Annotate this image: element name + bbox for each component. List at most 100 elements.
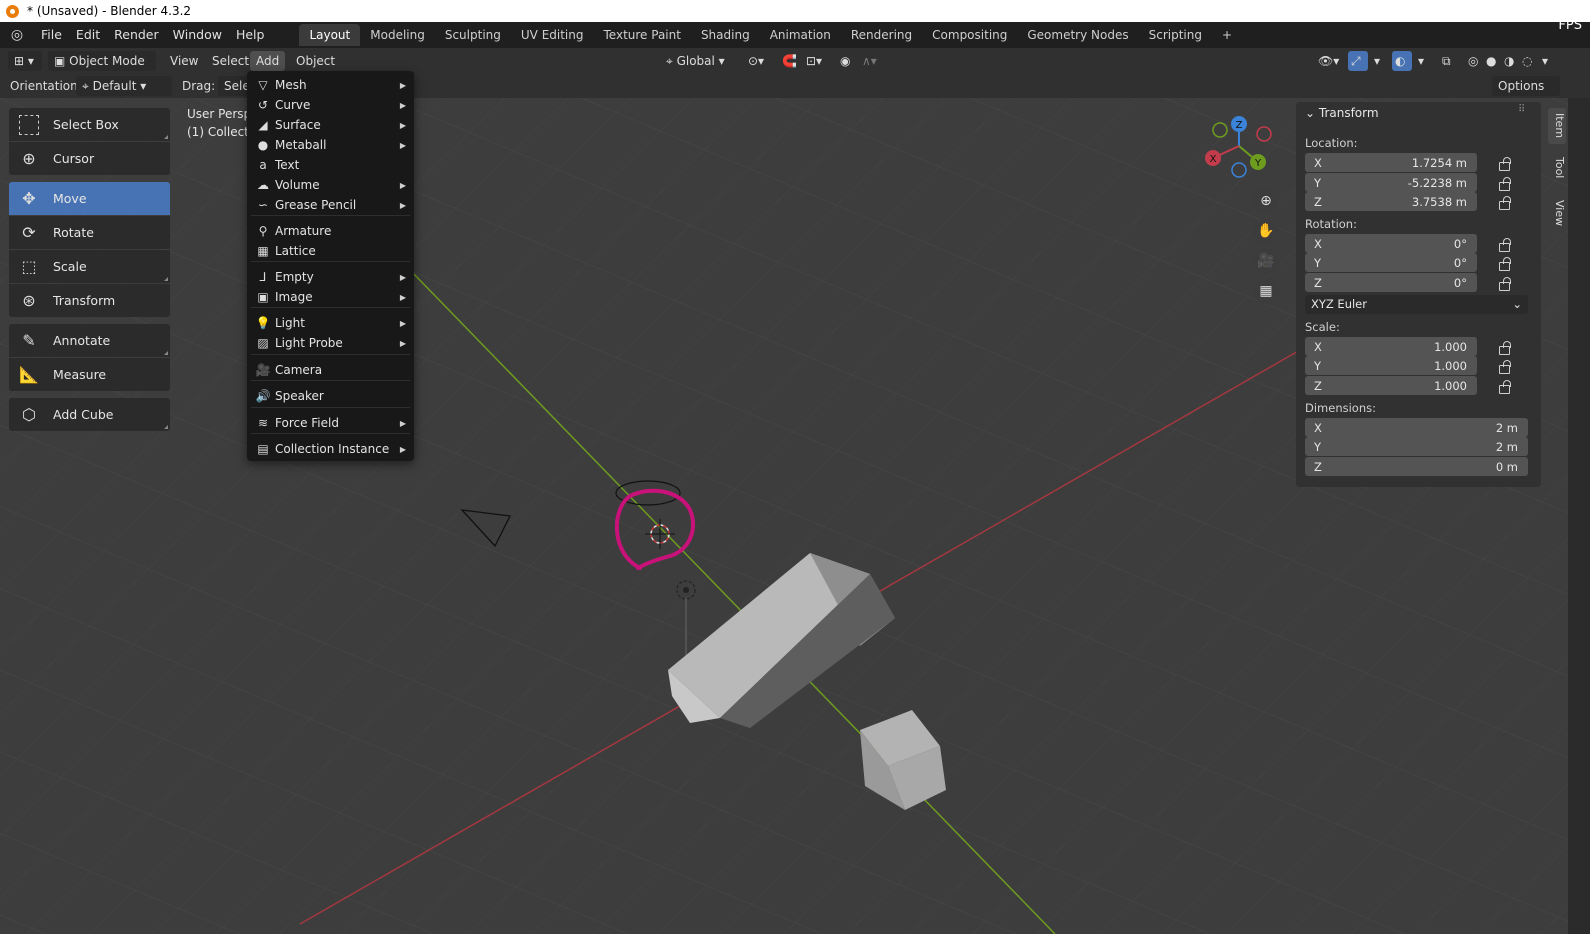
add-menu-item-armature[interactable]: ⚲ Armature	[251, 221, 410, 241]
transform-orientation-select[interactable]: ⌖ Global ▾	[660, 51, 731, 71]
tab-compositing[interactable]: Compositing	[922, 24, 1017, 46]
location-z-field[interactable]: Z 3.7538 m	[1305, 192, 1477, 211]
add-menu-button[interactable]: Add	[250, 51, 286, 71]
overlay-toggle-icon[interactable]: ◐	[1392, 51, 1412, 71]
menu-render[interactable]: Render	[107, 22, 166, 48]
sidebar-tab-item[interactable]: Item	[1548, 108, 1566, 144]
rotation-y-field[interactable]: Y 0°	[1305, 253, 1477, 272]
blender-logo-icon	[6, 4, 19, 18]
zoom-icon[interactable]: ⊕	[1253, 188, 1279, 214]
sidebar-tab-view[interactable]: View	[1548, 194, 1566, 232]
proportional-edit-icon[interactable]: ◉	[834, 51, 856, 71]
add-menu-item-force-field[interactable]: ≋ Force Field ▶	[251, 413, 410, 433]
options-button[interactable]: Options ▾	[1492, 76, 1560, 113]
visibility-icon[interactable]: 👁▾	[1312, 51, 1345, 71]
add-menu-item-curve[interactable]: ↺ Curve ▶	[251, 95, 410, 115]
camera-view-icon[interactable]: 🎥	[1253, 248, 1279, 274]
falloff-icon[interactable]: ∧▾	[856, 51, 883, 71]
lock-icon[interactable]	[1498, 341, 1511, 355]
tab-rendering[interactable]: Rendering	[841, 24, 922, 46]
lock-icon[interactable]	[1498, 238, 1511, 252]
add-menu-item-lattice[interactable]: ▦ Lattice	[251, 241, 410, 261]
add-menu-item-mesh[interactable]: ▽ Mesh ▶	[251, 75, 410, 95]
lock-icon[interactable]	[1498, 177, 1511, 191]
tab-layout[interactable]: Layout	[299, 24, 361, 46]
drag-handle-icon[interactable]: ⠿	[1518, 104, 1525, 115]
view-menu[interactable]: View	[164, 51, 204, 71]
lock-icon[interactable]	[1498, 380, 1511, 394]
rotation-x-field[interactable]: X 0°	[1305, 234, 1477, 253]
sidebar-tab-tool[interactable]: Tool	[1548, 150, 1566, 186]
lock-icon[interactable]	[1498, 257, 1511, 271]
tool-rotate[interactable]: ⟳ Rotate	[9, 216, 170, 249]
ortho-grid-icon[interactable]: ▦	[1253, 278, 1279, 304]
dimensions-x-field[interactable]: X2 m	[1305, 418, 1528, 437]
dimensions-y-field[interactable]: Y2 m	[1305, 437, 1528, 456]
tab-modeling[interactable]: Modeling	[360, 24, 435, 46]
tool-add-cube[interactable]: ⬡ Add Cube	[9, 398, 170, 431]
shading-dropdown-icon[interactable]: ▾	[1536, 51, 1554, 71]
menu-item-label: Curve	[275, 98, 311, 112]
tool-transform[interactable]: ⊛ Transform	[9, 284, 170, 317]
add-menu-item-grease-pencil[interactable]: ∽ Grease Pencil ▶	[251, 195, 410, 215]
add-menu-item-light-probe[interactable]: ▨ Light Probe ▶	[251, 333, 410, 353]
add-menu-item-collection-instance[interactable]: ▤ Collection Instance ▶	[251, 439, 410, 459]
tool-scale[interactable]: ⬚ Scale	[9, 250, 170, 283]
menu-help[interactable]: Help	[229, 22, 272, 48]
snap-toggle-icon[interactable]: 🧲	[776, 51, 803, 71]
overlay-dropdown-icon[interactable]: ▾	[1412, 51, 1430, 71]
object-menu[interactable]: Object	[290, 51, 341, 71]
tab-texture-paint[interactable]: Texture Paint	[594, 24, 691, 46]
mode-select[interactable]: ▣ Object Mode ▾	[48, 51, 156, 88]
light-probe-icon: ▨	[257, 336, 269, 350]
add-menu-item-empty[interactable]: ⅃ Empty ▶	[251, 267, 410, 287]
add-menu-item-volume[interactable]: ☁ Volume ▶	[251, 175, 410, 195]
tab-scripting[interactable]: Scripting	[1139, 24, 1212, 46]
scale-y-field[interactable]: Y 1.000	[1305, 356, 1477, 375]
rotation-z-field[interactable]: Z 0°	[1305, 273, 1477, 292]
tab-shading[interactable]: Shading	[691, 24, 760, 46]
lock-icon[interactable]	[1498, 360, 1511, 374]
add-workspace-button[interactable]: +	[1212, 24, 1242, 46]
tab-geometry-nodes[interactable]: Geometry Nodes	[1017, 24, 1138, 46]
blender-menu-icon[interactable]: ◎	[0, 27, 34, 43]
lock-icon[interactable]	[1498, 196, 1511, 210]
gizmo-toggle-icon[interactable]: ⤢	[1348, 51, 1368, 71]
add-menu-item-light[interactable]: 💡 Light ▶	[251, 313, 410, 333]
pan-hand-icon[interactable]: ✋	[1253, 218, 1279, 244]
transform-panel-header[interactable]: ⌄ Transform	[1305, 106, 1379, 120]
scale-x-field[interactable]: X 1.000	[1305, 337, 1477, 356]
menu-file[interactable]: File	[34, 22, 69, 48]
scale-z-field[interactable]: Z 1.000	[1305, 376, 1477, 395]
tab-uv-editing[interactable]: UV Editing	[511, 24, 594, 46]
menu-edit[interactable]: Edit	[69, 22, 107, 48]
add-menu-item-speaker[interactable]: 🔊 Speaker	[251, 386, 410, 406]
tool-measure[interactable]: 📐 Measure	[9, 358, 170, 391]
tool-move[interactable]: ✥ Move	[9, 182, 170, 215]
add-menu-item-camera[interactable]: 🎥 Camera	[251, 360, 410, 380]
add-menu-item-metaball[interactable]: ● Metaball ▶	[251, 135, 410, 155]
select-menu[interactable]: Select	[206, 51, 255, 71]
rotation-mode-select[interactable]: XYZ Euler ⌄	[1305, 295, 1528, 314]
navigation-gizmo[interactable]: Z Y X	[1200, 112, 1290, 192]
tab-sculpting[interactable]: Sculpting	[435, 24, 511, 46]
lock-icon[interactable]	[1498, 157, 1511, 171]
orientation-select[interactable]: ⌖ Default ▾	[76, 76, 172, 96]
tool-annotate[interactable]: ✎ Annotate	[9, 324, 170, 357]
add-menu-item-image[interactable]: ▣ Image ▶	[251, 287, 410, 307]
editor-type-button[interactable]: ⊞ ▾	[8, 51, 42, 71]
lock-icon[interactable]	[1498, 277, 1511, 291]
pivot-point-button[interactable]: ⊙▾	[742, 51, 770, 71]
dimensions-z-field[interactable]: Z0 m	[1305, 457, 1528, 476]
add-menu-item-surface[interactable]: ◢ Surface ▶	[251, 115, 410, 135]
snap-target-button[interactable]: ⊡▾	[800, 51, 828, 71]
tab-animation[interactable]: Animation	[760, 24, 841, 46]
tool-cursor[interactable]: ⊕ Cursor	[9, 142, 170, 175]
tool-select-box[interactable]: Select Box	[9, 108, 170, 141]
xray-toggle-icon[interactable]: ⧉	[1436, 51, 1457, 71]
gizmo-dropdown-icon[interactable]: ▾	[1368, 51, 1386, 71]
location-y-field[interactable]: Y -5.2238 m	[1305, 173, 1477, 192]
location-x-field[interactable]: X 1.7254 m	[1305, 153, 1477, 172]
menu-window[interactable]: Window	[166, 22, 229, 48]
add-menu-item-text[interactable]: a Text	[251, 155, 410, 175]
